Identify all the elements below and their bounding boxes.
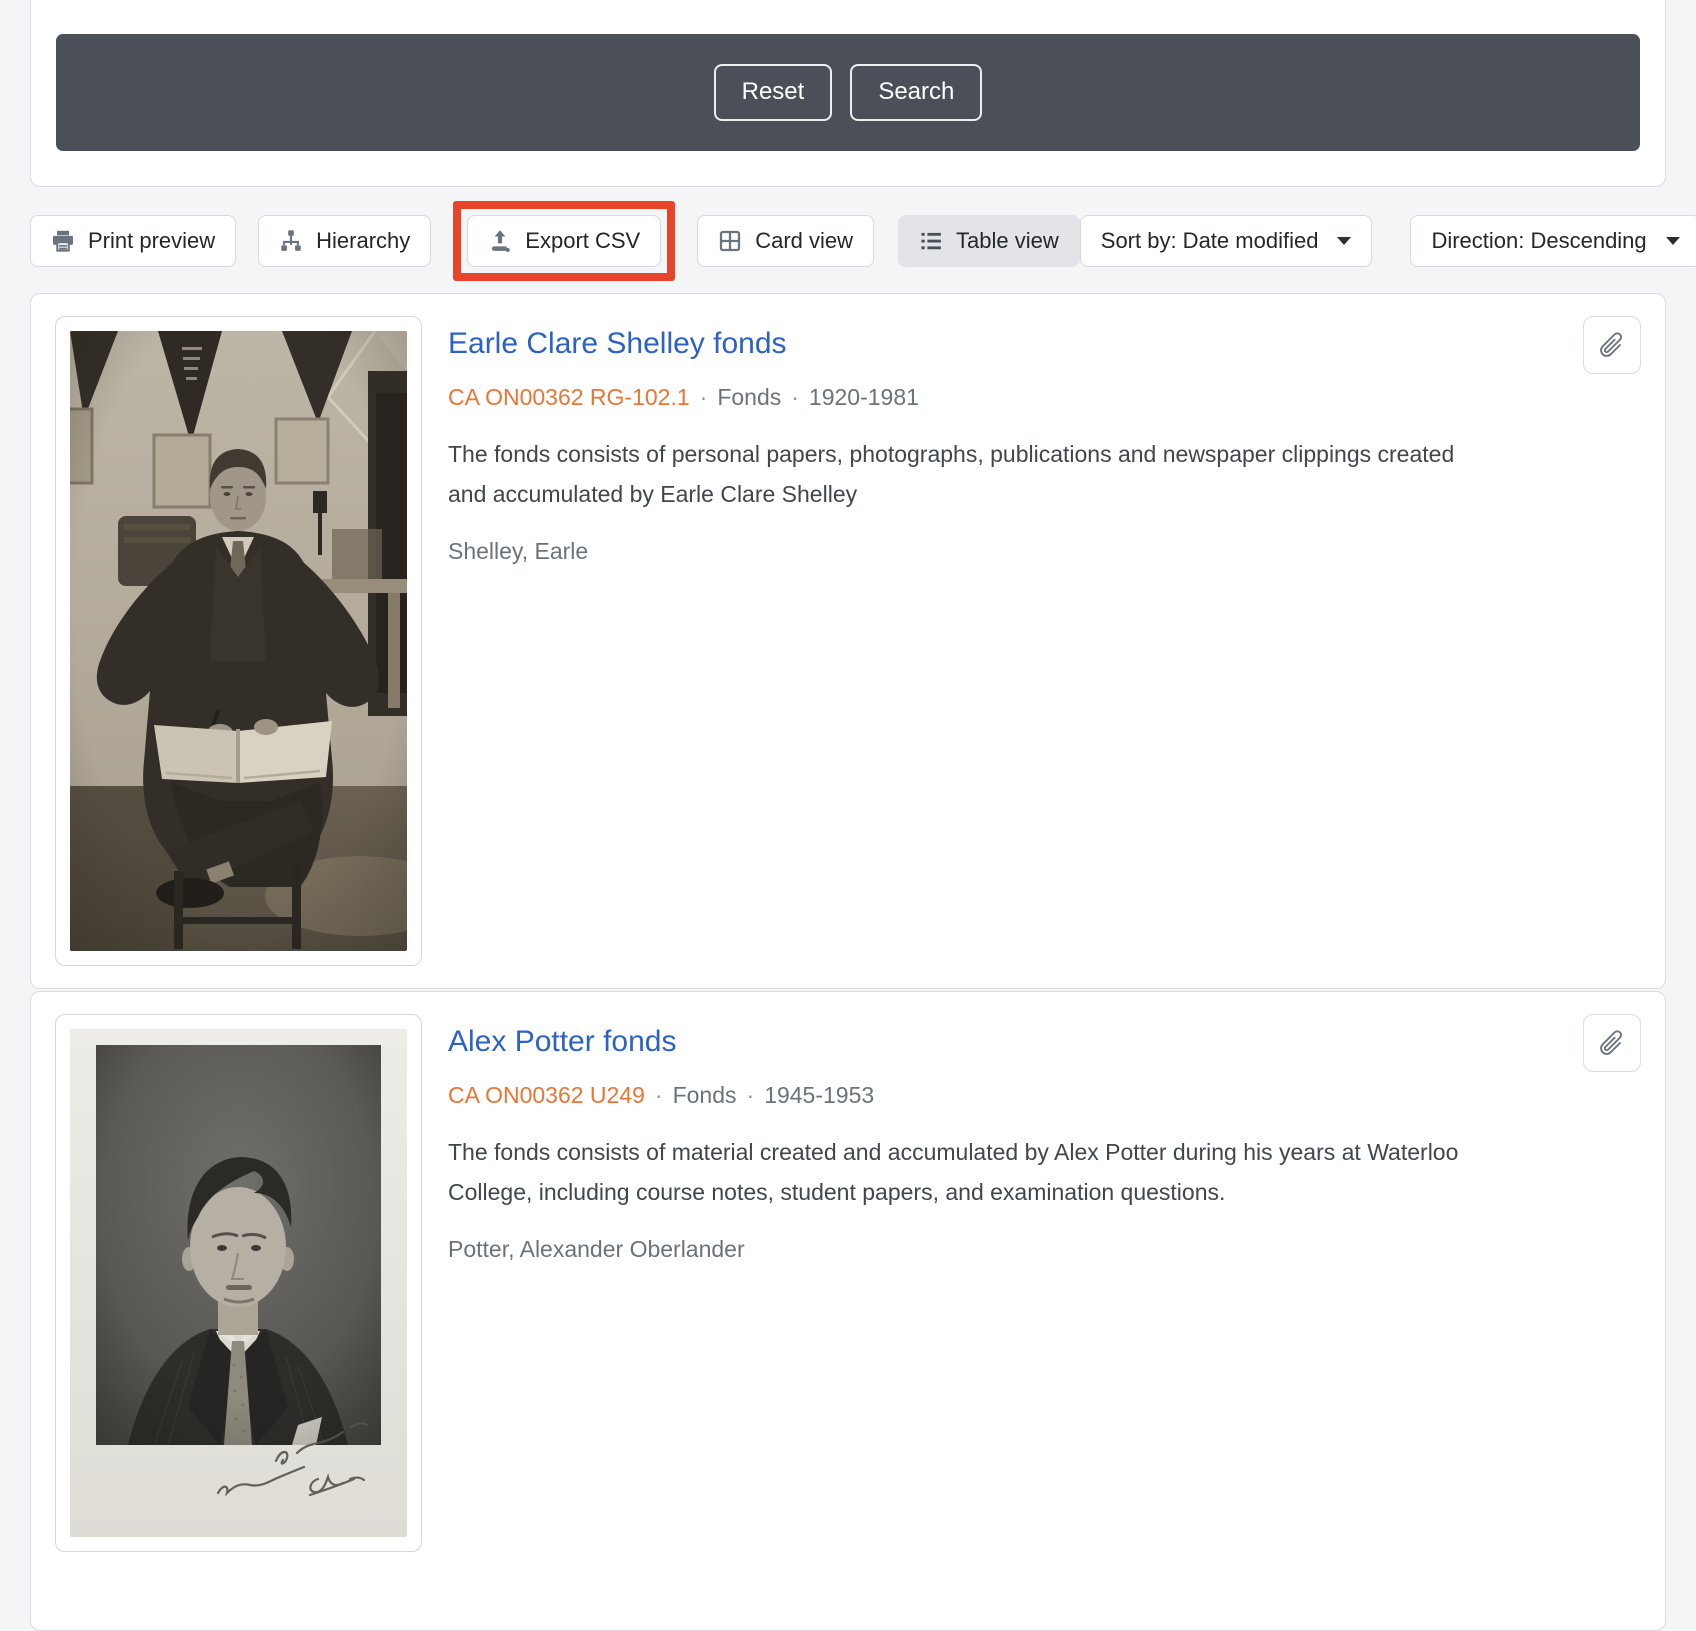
- upload-export-icon: [492, 230, 511, 252]
- caret-down-icon: [1337, 237, 1352, 245]
- reference-code: CA ON00362 U249: [448, 1082, 645, 1108]
- scope-and-content: The fonds consists of material created a…: [448, 1139, 1459, 1205]
- advanced-search-panel: Reset Search: [30, 0, 1666, 187]
- result-thumbnail[interactable]: [55, 1014, 422, 1552]
- meta-separator: ·: [791, 384, 799, 410]
- export-csv-highlight-box: Export CSV: [453, 201, 676, 281]
- meta-separator: ·: [654, 1082, 663, 1108]
- result-meta: CA ON00362 U249 · Fonds · 1945-1953: [448, 1082, 1468, 1109]
- card-view-button[interactable]: Card view: [697, 215, 875, 267]
- search-actions-bar: Reset Search: [56, 34, 1640, 151]
- sort-controls: Sort by: Date modified Direction: Descen…: [1079, 215, 1696, 267]
- results-toolbar: Print preview Hierarchy Export CSV Card …: [30, 201, 1696, 281]
- print-preview-label: Print preview: [88, 228, 216, 253]
- result-title-link[interactable]: Alex Potter fonds: [448, 1024, 676, 1060]
- export-csv-button[interactable]: Export CSV: [467, 215, 662, 267]
- export-csv-label: Export CSV: [525, 228, 641, 253]
- paperclip-icon: [1600, 332, 1622, 357]
- result-body: Alex Potter fonds CA ON00362 U249 · Fonds ·…: [448, 1014, 1468, 1263]
- paperclip-icon: [1600, 1030, 1622, 1055]
- hierarchy-button[interactable]: Hierarchy: [258, 215, 432, 267]
- caret-down-icon: [1665, 237, 1680, 245]
- meta-separator: ·: [746, 1082, 755, 1108]
- archival-photo-portrait-man: [70, 1029, 407, 1537]
- attachment-paperclip-button[interactable]: [1583, 1014, 1641, 1072]
- hierarchy-label: Hierarchy: [316, 228, 411, 253]
- search-result-card: Earle Clare Shelley fonds CA ON00362 RG-…: [30, 293, 1666, 989]
- sort-by-dropdown[interactable]: Sort by: Date modified: [1079, 215, 1373, 267]
- result-title-link[interactable]: Earle Clare Shelley fonds: [448, 326, 787, 362]
- table-view-label: Table view: [956, 228, 1059, 253]
- archival-photo-seated-man: [70, 331, 407, 951]
- date-range: 1945-1953: [764, 1082, 875, 1108]
- printer-icon: [52, 230, 74, 252]
- table-view-button[interactable]: Table view: [898, 215, 1080, 267]
- reference-code: CA ON00362 RG-102.1: [448, 384, 690, 410]
- result-thumbnail[interactable]: [55, 316, 422, 966]
- level-of-description: Fonds: [672, 1082, 737, 1108]
- creator-name: Potter, Alexander Oberlander: [448, 1236, 745, 1263]
- card-view-label: Card view: [755, 228, 854, 253]
- creator-name: Shelley, Earle: [448, 538, 589, 565]
- list-icon: [921, 232, 941, 250]
- hierarchy-icon: [281, 230, 301, 251]
- direction-dropdown[interactable]: Direction: Descending: [1410, 215, 1696, 267]
- page: Reset Search Print preview Hierarchy Exp…: [0, 0, 1696, 1631]
- search-button[interactable]: Search: [850, 64, 983, 121]
- reset-button[interactable]: Reset: [713, 64, 833, 121]
- date-range: 1920-1981: [808, 384, 919, 410]
- grid-icon: [720, 230, 741, 252]
- sort-by-label: Sort by: Date modified: [1100, 228, 1319, 253]
- search-result-card: Alex Potter fonds CA ON00362 U249 · Fonds ·…: [30, 991, 1666, 1631]
- print-preview-button[interactable]: Print preview: [30, 215, 237, 267]
- direction-label: Direction: Descending: [1431, 228, 1647, 253]
- result-meta: CA ON00362 RG-102.1 · Fonds · 1920-1981: [448, 384, 1468, 411]
- view-toggle-group: Card view Table view: [697, 215, 1080, 267]
- attachment-paperclip-button[interactable]: [1583, 316, 1641, 374]
- scope-and-content: The fonds consists of personal papers, p…: [448, 441, 1455, 507]
- level-of-description: Fonds: [717, 384, 782, 410]
- meta-separator: ·: [699, 384, 708, 410]
- result-body: Earle Clare Shelley fonds CA ON00362 RG-…: [448, 316, 1468, 565]
